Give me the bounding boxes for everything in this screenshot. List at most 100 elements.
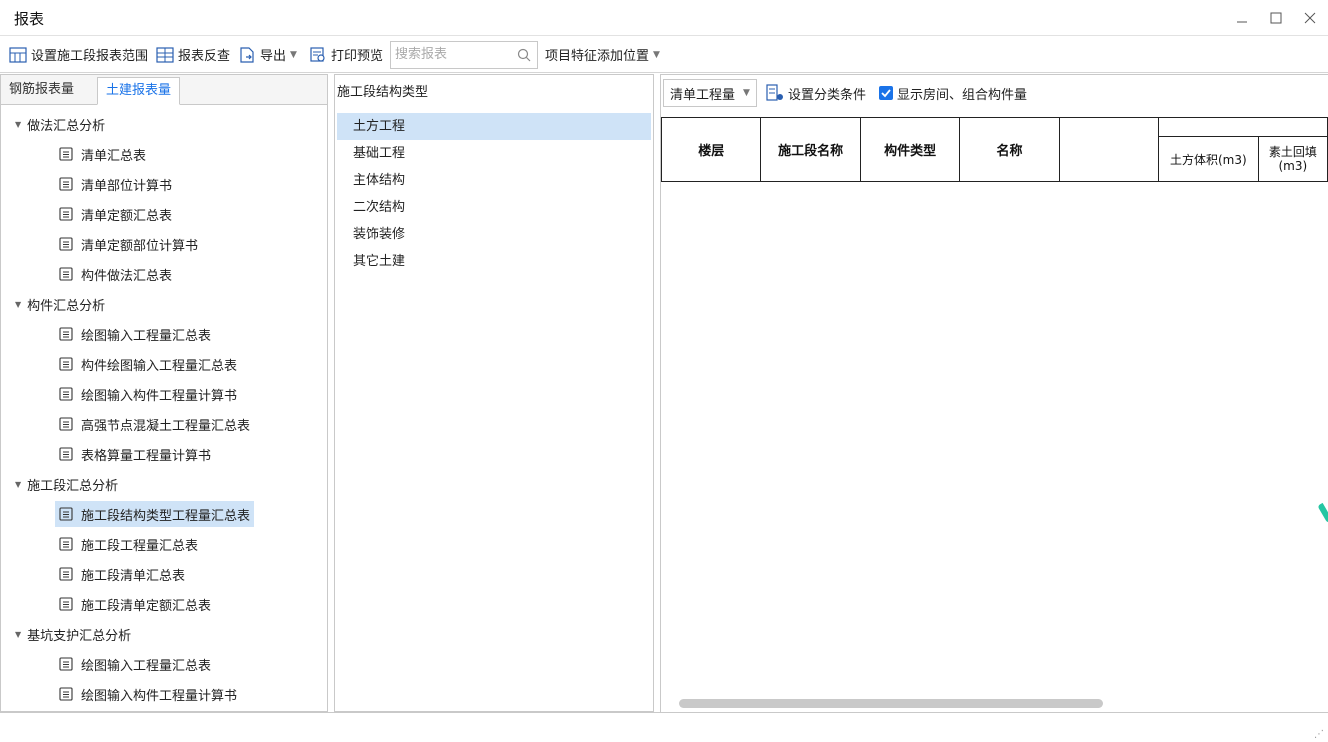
document-icon xyxy=(59,657,73,671)
tree-item[interactable]: 清单部位计算书 xyxy=(1,169,327,199)
set-range-button[interactable]: 设置施工段报表范围 xyxy=(6,42,151,68)
tree-group[interactable]: ▼ 做法汇总分析 xyxy=(1,109,327,139)
structure-type-item[interactable]: 基础工程 xyxy=(337,140,651,167)
loading-indicator-fragment xyxy=(1317,502,1328,524)
toolbar: 设置施工段报表范围 报表反查 导出 ▼ 打印预览 项目特征添加位置 ▼ xyxy=(0,37,1328,73)
tree-item[interactable]: 施工段清单定额汇总表 xyxy=(1,589,327,619)
document-icon xyxy=(59,147,73,161)
chevron-down-icon: ▼ xyxy=(743,88,750,98)
backfill-label: 素土回填 xyxy=(1268,145,1317,160)
tree-item-label: 施工段结构类型工程量汇总表 xyxy=(81,508,251,524)
chevron-down-icon: ▼ xyxy=(653,49,660,60)
column-header-section-name[interactable]: 施工段名称 xyxy=(760,117,861,182)
maximize-icon xyxy=(1270,12,1282,24)
column-header-component-type[interactable]: 构件类型 xyxy=(859,117,961,182)
report-content-panel: 清单工程量 ▼ 设置分类条件 显示房间、组合构件量 楼层 施工段名称 构件类型 xyxy=(660,74,1328,712)
quantity-type-select[interactable]: 清单工程量 ▼ xyxy=(663,79,757,107)
tree-item[interactable]: 施工段结构类型工程量汇总表 xyxy=(1,499,327,529)
tree-group[interactable]: ▼ 构件汇总分析 xyxy=(1,289,327,319)
classify-icon xyxy=(766,84,783,101)
tree-item[interactable]: 绘图输入构件工程量计算书 xyxy=(1,379,327,409)
tree-item-label: 清单定额部位计算书 xyxy=(81,238,199,254)
expand-arrow-icon[interactable]: ▼ xyxy=(15,630,21,639)
tree-item-content: 施工段工程量汇总表 xyxy=(55,531,202,557)
structure-type-item[interactable]: 其它土建 xyxy=(337,248,651,275)
tab-civil-report[interactable]: 土建报表量 xyxy=(97,77,181,105)
classify-conditions-label: 设置分类条件 xyxy=(787,87,866,103)
maximize-button[interactable] xyxy=(1262,6,1290,30)
export-button[interactable]: 导出 ▼ xyxy=(235,42,304,68)
search-box[interactable] xyxy=(389,40,538,69)
search-icon[interactable] xyxy=(517,48,531,62)
close-icon xyxy=(1304,12,1316,24)
tree-item-label: 高强节点混凝土工程量汇总表 xyxy=(81,418,251,434)
expand-arrow-icon[interactable]: ▼ xyxy=(15,480,21,489)
tree-group[interactable]: ▼ 施工段汇总分析 xyxy=(1,469,327,499)
tree-item-label: 清单定额汇总表 xyxy=(81,208,173,224)
tree-item[interactable]: 清单定额汇总表 xyxy=(1,199,327,229)
document-icon xyxy=(59,237,73,251)
tree-item[interactable]: 高强节点混凝土工程量汇总表 xyxy=(1,409,327,439)
minimize-button[interactable] xyxy=(1228,6,1256,30)
tree-item-label: 绘图输入工程量汇总表 xyxy=(81,658,212,674)
tree-item[interactable]: 绘图输入构件工程量计算书 xyxy=(1,679,327,709)
tree-item[interactable]: 构件做法汇总表 xyxy=(1,259,327,289)
column-header-blank xyxy=(1058,117,1159,182)
tab-rebar-report[interactable]: 钢筋报表量 xyxy=(1,77,82,105)
column-header-earth-volume[interactable]: 土方体积(m3) xyxy=(1157,136,1259,182)
grid-range-icon xyxy=(9,46,27,63)
horizontal-scrollbar[interactable] xyxy=(679,699,1103,708)
tree-item[interactable]: 绘图输入工程量汇总表 xyxy=(1,319,327,349)
tree-item-label: 绘图输入构件工程量计算书 xyxy=(81,688,238,704)
tree-group-label: 做法汇总分析 xyxy=(27,118,106,134)
report-table: 楼层 施工段名称 构件类型 名称 土方体积(m3) 素土回填 (m3) xyxy=(661,116,1328,182)
expand-arrow-icon[interactable]: ▼ xyxy=(15,300,21,309)
column-header-floor[interactable]: 楼层 xyxy=(661,117,762,182)
tree-item-content: 清单定额汇总表 xyxy=(55,201,176,227)
document-icon xyxy=(59,357,73,371)
resize-grip-icon[interactable]: ⋰ xyxy=(1314,729,1324,740)
tree-group-label: 基坑支护汇总分析 xyxy=(27,628,132,644)
feature-position-dropdown[interactable]: 项目特征添加位置 ▼ xyxy=(542,42,667,68)
report-tree: ▼ 做法汇总分析清单汇总表清单部位计算书 清单定额汇总表清单定额部位计算书构件做法汇… xyxy=(1,109,327,709)
tree-item[interactable]: 清单汇总表 xyxy=(1,139,327,169)
tree-item[interactable]: 表格算量工程量计算书 xyxy=(1,439,327,469)
tree-item[interactable]: 施工段工程量汇总表 xyxy=(1,529,327,559)
document-icon xyxy=(59,177,73,191)
structure-type-item[interactable]: 主体结构 xyxy=(337,167,651,194)
backfill-unit: (m3) xyxy=(1278,159,1308,174)
document-icon xyxy=(59,267,73,281)
table-search-icon xyxy=(156,46,174,63)
reverse-check-label: 报表反查 xyxy=(178,49,231,64)
column-header-backfill[interactable]: 素土回填 (m3) xyxy=(1257,136,1328,182)
chevron-down-icon: ▼ xyxy=(290,49,297,60)
report-toolbar: 清单工程量 ▼ 设置分类条件 显示房间、组合构件量 xyxy=(661,75,1328,111)
tree-group-label: 施工段汇总分析 xyxy=(27,478,119,494)
tree-item[interactable]: 构件绘图输入工程量汇总表 xyxy=(1,349,327,379)
reverse-check-button[interactable]: 报表反查 xyxy=(153,42,233,68)
quantity-type-value: 清单工程量 xyxy=(670,87,736,103)
close-button[interactable] xyxy=(1296,6,1324,30)
tree-item-label: 清单部位计算书 xyxy=(81,178,173,194)
document-icon xyxy=(59,537,73,551)
tree-item-content: 高强节点混凝土工程量汇总表 xyxy=(55,411,254,437)
print-preview-label: 打印预览 xyxy=(330,49,383,64)
search-input[interactable] xyxy=(390,41,511,68)
tree-group[interactable]: ▼ 基坑支护汇总分析 xyxy=(1,619,327,649)
tree-item-label: 绘图输入构件工程量计算书 xyxy=(81,388,238,404)
classify-conditions-button[interactable]: 设置分类条件 xyxy=(763,80,869,106)
structure-type-item[interactable]: 装饰装修 xyxy=(337,221,651,248)
document-icon xyxy=(59,567,73,581)
expand-arrow-icon[interactable]: ▼ xyxy=(15,120,21,129)
print-preview-button[interactable]: 打印预览 xyxy=(306,42,386,68)
show-rooms-checkbox[interactable]: 显示房间、组合构件量 xyxy=(878,84,1027,103)
tree-item[interactable]: 清单定额部位计算书 xyxy=(1,229,327,259)
tree-item[interactable]: 施工段清单汇总表 xyxy=(1,559,327,589)
column-header-name[interactable]: 名称 xyxy=(959,117,1060,182)
tree-item[interactable]: 绘图输入工程量汇总表 xyxy=(1,649,327,679)
tree-item-content: 清单定额部位计算书 xyxy=(55,231,202,257)
structure-type-item[interactable]: 二次结构 xyxy=(337,194,651,221)
report-tree-panel: 钢筋报表量 土建报表量 ▼ 做法汇总分析清单汇总表清单部位计算书 清单定额汇总表清单… xyxy=(0,74,328,712)
structure-type-item[interactable]: 土方工程 xyxy=(337,113,651,140)
set-range-label: 设置施工段报表范围 xyxy=(31,49,149,64)
